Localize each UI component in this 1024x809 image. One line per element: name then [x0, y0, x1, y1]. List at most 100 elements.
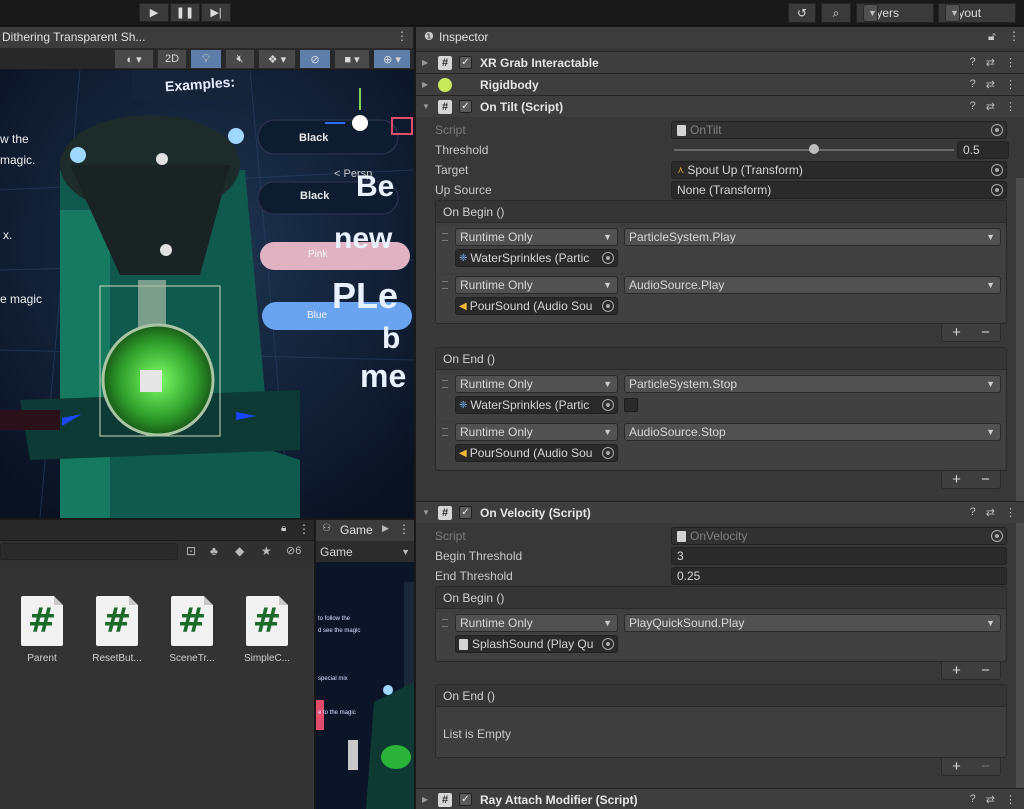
more-menu-icon[interactable]: ⋮	[1008, 29, 1020, 43]
2d-toggle[interactable]: 2D	[157, 49, 187, 69]
gizmos-dropdown[interactable]: ⊕ ▾	[373, 49, 411, 69]
inspector-scrollbar[interactable]	[1016, 178, 1024, 808]
layout-dropdown[interactable]: Layout ▼	[938, 3, 1016, 23]
target-object-field[interactable]: ◀ PourSound (Audio Sou	[455, 444, 618, 462]
asset-item[interactable]: # SimpleC...	[237, 596, 297, 664]
more-menu-icon[interactable]: ⋮	[1005, 100, 1016, 113]
function-dropdown[interactable]: AudioSource.Stop ▼	[624, 423, 1001, 441]
scene-tab[interactable]: Dithering Transparent Sh... ⋮	[0, 27, 414, 48]
foldout-expanded-icon[interactable]: ▼	[422, 102, 432, 111]
enabled-checkbox[interactable]: ✓	[459, 506, 472, 519]
star-icon[interactable]: ★	[261, 544, 272, 558]
runtime-mode-dropdown[interactable]: Runtime Only ▼	[455, 228, 618, 246]
label-icon[interactable]: ◆	[235, 544, 244, 558]
enabled-checkbox[interactable]: ✓	[459, 56, 472, 69]
runtime-mode-dropdown[interactable]: Runtime Only ▼	[455, 276, 618, 294]
component-header-xr-grab[interactable]: ▶ # ✓ XR Grab Interactable ? ⇄ ⋮	[416, 51, 1024, 73]
function-dropdown[interactable]: ParticleSystem.Play ▼	[624, 228, 1001, 246]
game-viewport[interactable]: to follow the d see the magic special mi…	[316, 562, 414, 809]
game-display-dropdown[interactable]: Game ▼	[320, 543, 410, 560]
target-object-field[interactable]: SplashSound (Play Qu	[455, 635, 618, 653]
remove-listener-button[interactable]: −	[981, 662, 990, 679]
component-header-on-velocity[interactable]: ▼ # ✓ On Velocity (Script) ? ⇄ ⋮	[416, 501, 1024, 523]
more-menu-icon[interactable]: ⋮	[396, 29, 408, 43]
inspector-tab[interactable]: ❶ Inspector 🔓︎ ⋮	[416, 27, 1024, 48]
help-icon[interactable]: ?	[970, 793, 976, 806]
argument-checkbox[interactable]	[624, 398, 638, 412]
foldout-expanded-icon[interactable]: ▼	[422, 508, 432, 517]
end-threshold-input[interactable]: 0.25	[671, 567, 1007, 585]
more-menu-icon[interactable]: ⋮	[398, 522, 410, 536]
begin-threshold-input[interactable]: 3	[671, 547, 1007, 565]
drag-handle-icon[interactable]	[442, 233, 448, 241]
remove-listener-button[interactable]: −	[981, 758, 990, 775]
target-object-field[interactable]: ❈ WaterSprinkles (Partic	[455, 396, 618, 414]
filter-icon[interactable]: ♣	[210, 544, 218, 558]
add-listener-button[interactable]: +	[952, 758, 961, 775]
enabled-checkbox[interactable]: ✓	[459, 793, 472, 806]
function-dropdown[interactable]: AudioSource.Play ▼	[624, 276, 1001, 294]
audio-toggle[interactable]: 🔇︎	[225, 49, 255, 69]
enabled-checkbox[interactable]: ✓	[459, 100, 472, 113]
component-header-on-tilt[interactable]: ▼ # ✓ On Tilt (Script) ? ⇄ ⋮	[416, 95, 1024, 117]
target-field[interactable]: ⋏ Spout Up (Transform)	[671, 161, 1007, 179]
remove-listener-button[interactable]: −	[981, 471, 990, 488]
camera-dropdown[interactable]: ■ ▾	[334, 49, 370, 69]
chevron-right-icon[interactable]: ▶	[382, 523, 389, 534]
hidden-packages-toggle[interactable]: ⊘6	[286, 544, 301, 557]
object-picker-icon[interactable]	[602, 399, 614, 411]
foldout-collapsed-icon[interactable]: ▶	[422, 795, 432, 804]
object-picker-icon[interactable]	[991, 530, 1003, 542]
threshold-input[interactable]: 0.5	[957, 141, 1009, 159]
presets-icon[interactable]: ⇄	[986, 506, 995, 519]
drag-handle-icon[interactable]	[442, 380, 448, 388]
add-listener-button[interactable]: +	[952, 324, 961, 341]
search-by-type-icon[interactable]: ⊡	[186, 544, 196, 558]
scene-viewport[interactable]: Examples: w the magic. x. e magic Black …	[0, 70, 414, 518]
object-picker-icon[interactable]	[602, 447, 614, 459]
lock-icon[interactable]: 🔒︎	[281, 523, 286, 534]
up-source-field[interactable]: None (Transform)	[671, 181, 1007, 199]
asset-item[interactable]: # Parent	[12, 596, 72, 664]
help-icon[interactable]: ?	[970, 78, 976, 91]
threshold-slider-handle[interactable]	[809, 144, 819, 154]
runtime-mode-dropdown[interactable]: Runtime Only ▼	[455, 614, 618, 632]
runtime-mode-dropdown[interactable]: Runtime Only ▼	[455, 423, 618, 441]
component-header-rigidbody[interactable]: ▶ Rigidbody ? ⇄ ⋮	[416, 73, 1024, 95]
target-object-field[interactable]: ◀ PourSound (Audio Sou	[455, 297, 618, 315]
more-menu-icon[interactable]: ⋮	[1005, 78, 1016, 91]
game-tab[interactable]: ⚇ Game ▶ ⋮	[316, 520, 414, 541]
object-picker-icon[interactable]	[991, 184, 1003, 196]
step-button[interactable]: ▶|	[201, 3, 231, 22]
more-menu-icon[interactable]: ⋮	[298, 522, 310, 536]
more-menu-icon[interactable]: ⋮	[1005, 793, 1016, 806]
presets-icon[interactable]: ⇄	[986, 78, 995, 91]
more-menu-icon[interactable]: ⋮	[1005, 506, 1016, 519]
drag-handle-icon[interactable]	[442, 428, 448, 436]
presets-icon[interactable]: ⇄	[986, 793, 995, 806]
layers-dropdown[interactable]: Layers ▼	[856, 3, 934, 23]
help-icon[interactable]: ?	[970, 100, 976, 113]
play-button[interactable]: ▶	[139, 3, 169, 22]
add-listener-button[interactable]: +	[952, 662, 961, 679]
asset-item[interactable]: # ResetBut...	[87, 596, 147, 664]
presets-icon[interactable]: ⇄	[986, 56, 995, 69]
asset-item[interactable]: # SceneTr...	[162, 596, 222, 664]
foldout-collapsed-icon[interactable]: ▶	[422, 80, 432, 89]
project-search-input[interactable]	[0, 543, 178, 560]
shading-mode-button[interactable]: ◐ ▾	[114, 49, 154, 69]
add-listener-button[interactable]: +	[952, 471, 961, 488]
component-header-ray-attach[interactable]: ▶ # ✓ Ray Attach Modifier (Script) ? ⇄ ⋮	[416, 788, 1024, 809]
target-object-field[interactable]: ❈ WaterSprinkles (Partic	[455, 249, 618, 267]
object-picker-icon[interactable]	[602, 638, 614, 650]
pause-button[interactable]: ❚❚	[170, 3, 200, 22]
lighting-toggle[interactable]: 💡︎	[190, 49, 222, 69]
more-menu-icon[interactable]: ⋮	[1005, 56, 1016, 69]
drag-handle-icon[interactable]	[442, 281, 448, 289]
help-icon[interactable]: ?	[970, 56, 976, 69]
object-picker-icon[interactable]	[602, 300, 614, 312]
foldout-collapsed-icon[interactable]: ▶	[422, 58, 432, 67]
help-icon[interactable]: ?	[970, 506, 976, 519]
function-dropdown[interactable]: PlayQuickSound.Play ▼	[624, 614, 1001, 632]
search-button[interactable]: ⌕	[821, 3, 851, 23]
